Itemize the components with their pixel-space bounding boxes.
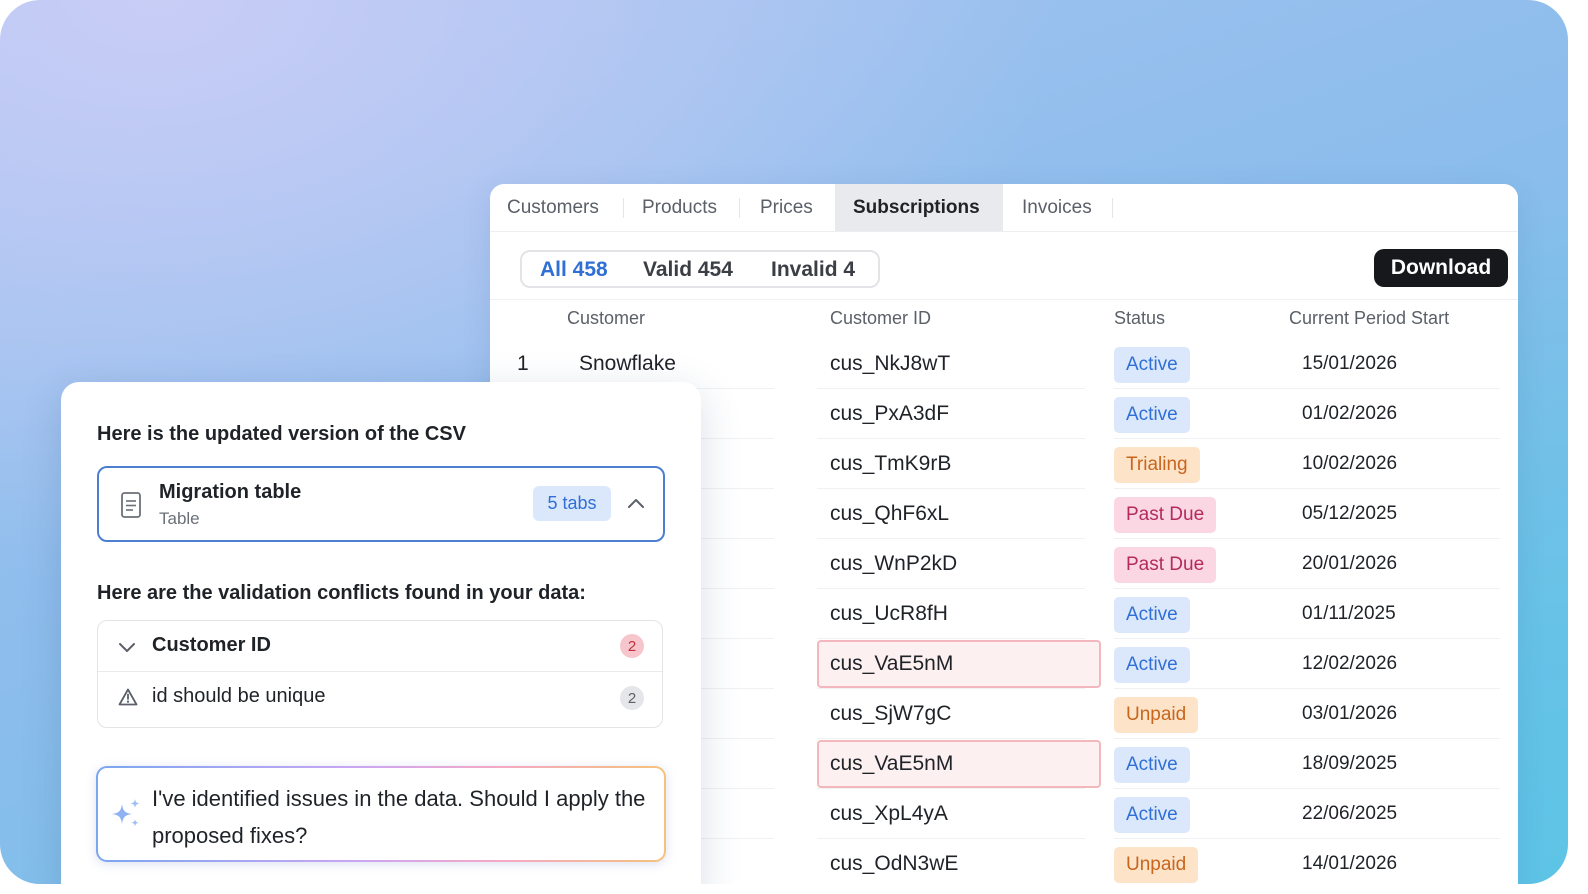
column-header-customer[interactable]: Customer [567,308,645,329]
tab-customers[interactable]: Customers [490,184,624,231]
status-badge: Active [1114,747,1190,783]
status-badge: Trialing [1114,447,1200,483]
customer-id-cell[interactable]: cus_SjW7gC [830,689,951,739]
warning-icon [118,688,138,711]
conflict-group-title[interactable]: Customer ID [152,634,271,657]
period-start-cell[interactable]: 14/01/2026 [1302,839,1397,884]
customer-id-cell[interactable]: cus_VaE5nM [830,639,953,689]
status-badge: Past Due [1114,497,1217,533]
period-start-cell[interactable]: 01/11/2025 [1302,589,1396,639]
filter-all[interactable]: All 458 [540,258,608,282]
filter-bar: All 458 Valid 454 Invalid 4 Download [490,232,1518,300]
status-badge: Past Due [1114,547,1217,583]
conflict-rule[interactable]: id should be unique [152,685,325,708]
assistant-intro: Here is the updated version of the CSV [97,423,466,445]
conflict-count-badge: 2 [620,634,644,658]
tab-bar: Customers Products Prices Subscriptions … [490,184,1518,232]
ai-suggestion-card[interactable]: I've identified issues in the data. Shou… [96,766,666,862]
customer-id-cell[interactable]: cus_OdN3wE [830,839,958,884]
column-header-status[interactable]: Status [1114,308,1165,329]
period-start-cell[interactable]: 01/02/2026 [1302,389,1397,439]
customer-id-cell[interactable]: cus_XpL4yA [830,789,948,839]
column-header-customer-id[interactable]: Customer ID [830,308,931,329]
migration-table-attachment[interactable]: Migration table Table 5 tabs [97,466,665,542]
filter-invalid[interactable]: Invalid 4 [771,258,855,282]
filter-valid[interactable]: Valid 454 [643,258,733,282]
customer-id-cell[interactable]: cus_PxA3dF [830,389,949,439]
period-start-cell[interactable]: 10/02/2026 [1302,439,1397,489]
tab-invoices[interactable]: Invoices [1003,184,1113,231]
period-start-cell[interactable]: 15/01/2026 [1302,339,1397,389]
period-start-cell[interactable]: 20/01/2026 [1302,539,1397,589]
chevron-down-icon[interactable] [118,641,136,659]
status-badge: Active [1114,647,1190,683]
period-start-cell[interactable]: 05/12/2025 [1302,489,1397,539]
status-badge: Active [1114,397,1190,433]
period-start-cell[interactable]: 03/01/2026 [1302,689,1397,739]
status-badge: Unpaid [1114,847,1199,883]
status-badge: Active [1114,347,1190,383]
table-header: Customer Customer ID Status Current Peri… [490,308,1518,336]
status-badge: Active [1114,797,1190,833]
chevron-up-icon[interactable] [627,496,645,514]
conflicts-heading: Here are the validation conflicts found … [97,582,586,604]
status-badge: Active [1114,597,1190,633]
attachment-subtitle: Table [159,509,200,528]
rule-count-badge: 2 [620,686,644,710]
divider [98,671,662,672]
status-filter: All 458 Valid 454 Invalid 4 [520,250,880,288]
conflict-group: Customer ID 2 id should be unique 2 [97,620,663,728]
background: Customers Products Prices Subscriptions … [0,0,1568,884]
tabs-count-badge: 5 tabs [533,486,611,521]
column-header-period-start[interactable]: Current Period Start [1289,308,1449,329]
tab-prices[interactable]: Prices [740,184,835,231]
customer-id-cell[interactable]: cus_VaE5nM [830,739,953,789]
customer-id-cell[interactable]: cus_WnP2kD [830,539,957,589]
status-badge: Unpaid [1114,697,1199,733]
ai-message-text: I've identified issues in the data. Shou… [152,786,646,848]
tab-subscriptions[interactable]: Subscriptions [835,184,1003,231]
customer-id-cell[interactable]: cus_UcR8fH [830,589,948,639]
customer-id-cell[interactable]: cus_QhF6xL [830,489,949,539]
customer-id-cell[interactable]: cus_TmK9rB [830,439,951,489]
customer-id-cell[interactable]: cus_NkJ8wT [830,339,950,389]
assistant-panel: Here is the updated version of the CSV M… [61,382,701,884]
attachment-title: Migration table [159,481,302,503]
document-icon [121,492,141,523]
period-start-cell[interactable]: 18/09/2025 [1302,739,1397,789]
period-start-cell[interactable]: 12/02/2026 [1302,639,1397,689]
sparkle-icon [110,798,142,835]
tab-products[interactable]: Products [624,184,740,231]
period-start-cell[interactable]: 22/06/2025 [1302,789,1397,839]
download-button[interactable]: Download [1374,249,1508,287]
